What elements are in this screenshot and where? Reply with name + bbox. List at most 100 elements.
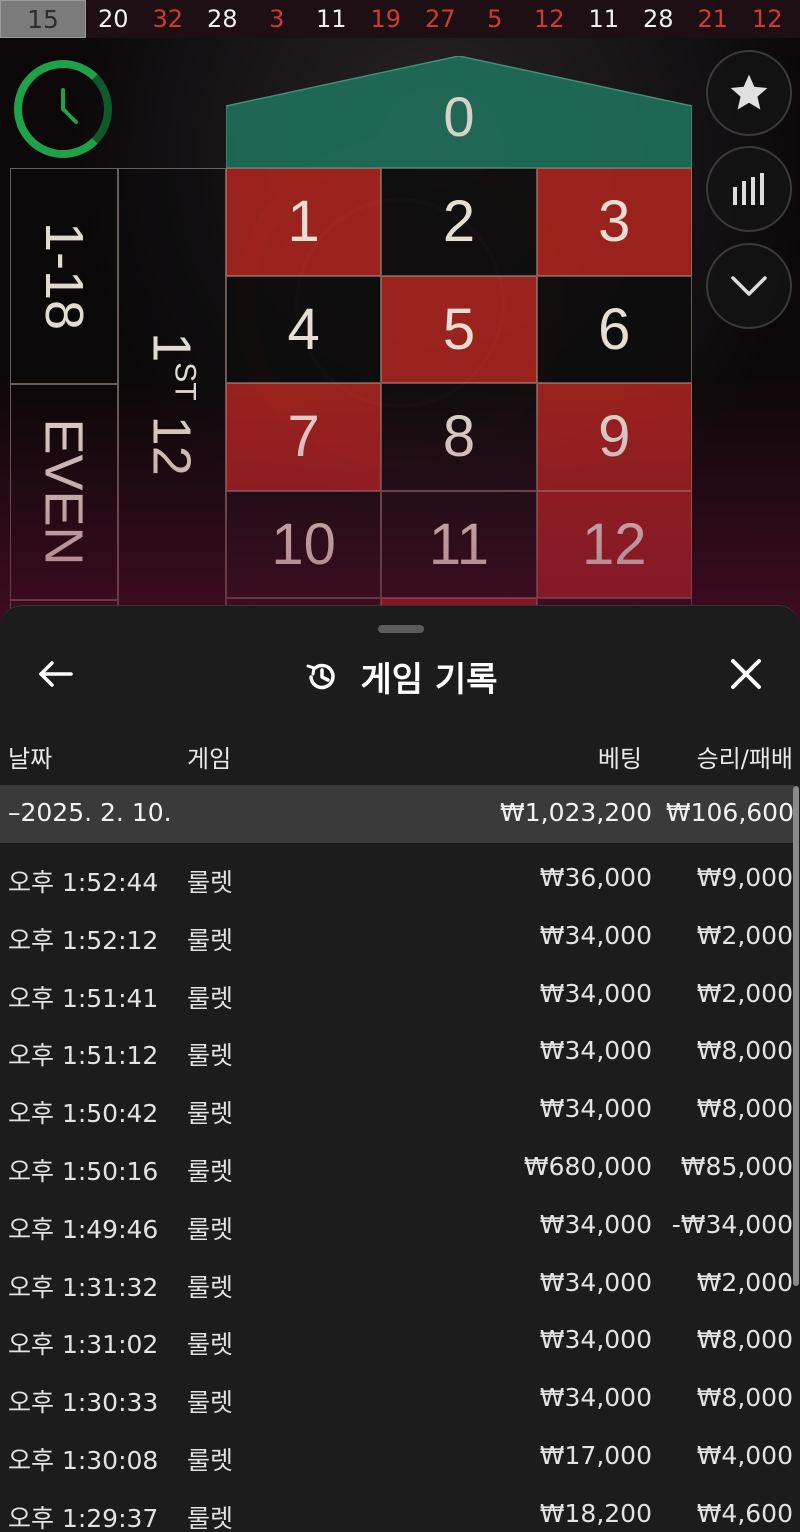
column-header-date: 날짜 [8,745,53,773]
history-result: 27 [424,5,456,33]
date-group-header[interactable]: –2025. 2. 10. ₩1,023,200 ₩106,600 [0,785,794,843]
table-header: 날짜 게임 베팅 승리/패배 [0,731,800,781]
row-game: 룰렛 [187,925,234,955]
row-game: 룰렛 [187,1156,234,1186]
row-game: 룰렛 [187,1272,234,1302]
history-result: 3 [269,5,285,33]
chevron-down-icon [731,276,767,296]
row-result: ₩8,000 [696,1325,793,1355]
row-game: 룰렛 [187,868,234,897]
row-time: 오후 1:51:12 [8,1041,159,1071]
table-row[interactable]: 오후 1:52:12 룰렛 ₩34,000 ₩2,000 [0,905,800,963]
row-time: 오후 1:52:12 [8,925,159,955]
bet-spot-dozen-label: 1ST 12 [142,332,203,476]
history-result-latest: 15 [0,0,86,38]
bet-spot-number[interactable]: 3 [536,168,692,276]
table-row[interactable]: 오후 1:31:02 룰렛 ₩34,000 ₩8,000 [0,1309,800,1367]
history-list: 오후 1:52:44 룰렛 ₩36,000 ₩9,000 오후 1:52:12 룰렛 ₩34… [0,847,800,1532]
row-game: 룰렛 [187,1445,234,1475]
bet-spot-number[interactable]: 9 [536,383,692,491]
history-result: 11 [315,5,347,33]
bet-spot-low-label: 1-18 [34,221,94,331]
table-row[interactable]: 오후 1:29:37 룰렛 ₩18,200 ₩4,600 [0,1483,800,1532]
history-result: 20 [97,5,129,33]
row-bet: ₩680,000 [523,1151,652,1181]
table-row[interactable]: 오후 1:49:46 룰렛 ₩34,000 -₩34,000 [0,1194,800,1252]
table-row[interactable]: 오후 1:51:41 룰렛 ₩34,000 ₩2,000 [0,963,800,1021]
row-bet: ₩34,000 [539,1094,652,1124]
bet-spot-number[interactable]: 6 [536,275,692,383]
row-time: 오후 1:52:44 [8,868,159,897]
bet-spot-number[interactable]: 7 [226,383,382,491]
bet-spot-number[interactable]: 8 [381,383,537,491]
bet-spot-zero[interactable]: 0 [226,56,692,168]
scrollbar[interactable] [793,786,799,1286]
page-title: 게임 기록 [360,660,498,700]
bet-spot-number[interactable]: 4 [226,275,382,383]
row-game: 룰렛 [187,1041,234,1071]
history-icon [306,663,335,689]
bet-spot-number[interactable]: 5 [381,275,537,383]
bar-chart-icon [733,173,764,205]
bet-spot-number[interactable]: 2 [381,168,537,276]
row-result: ₩2,000 [696,920,793,950]
row-bet: ₩17,000 [539,1440,652,1470]
column-header-result: 승리/패배 [696,745,793,773]
table-row[interactable]: 오후 1:51:12 룰렛 ₩34,000 ₩8,000 [0,1020,800,1078]
sheet-drag-handle[interactable] [378,625,424,633]
history-result: 12 [751,5,783,33]
bet-spot-number[interactable]: 11 [381,490,537,598]
date-group-bet-total: ₩1,023,200 [500,798,652,827]
row-result: ₩8,000 [696,1094,793,1124]
row-time: 오후 1:50:16 [8,1156,159,1186]
history-result: 11 [588,5,620,33]
row-result: ₩8,000 [696,1383,793,1413]
row-result: ₩2,000 [696,1267,793,1297]
result-history-strip: 15 20 32 28 3 11 19 27 5 12 11 28 21 12 [0,0,800,38]
bet-spot-number[interactable]: 12 [536,490,692,598]
row-result: ₩85,000 [680,1151,793,1181]
row-time: 오후 1:31:02 [8,1330,159,1360]
table-row[interactable]: 오후 1:50:42 룰렛 ₩34,000 ₩8,000 [0,1078,800,1136]
column-header-game: 게임 [187,745,232,773]
row-game: 룰렛 [187,1503,234,1532]
bet-spot-even[interactable]: EVEN [10,384,118,600]
row-result: ₩2,000 [696,978,793,1008]
row-time: 오후 1:31:32 [8,1272,159,1302]
row-bet: ₩34,000 [539,920,652,950]
bet-spot-even-label: EVEN [34,418,94,566]
bet-spot-number[interactable]: 10 [226,490,382,598]
date-group-label: –2025. 2. 10. [8,798,172,827]
row-bet: ₩34,000 [539,1267,652,1297]
bet-spot-number[interactable]: 1 [226,168,382,276]
bet-spot-low-1-18[interactable]: 1-18 [10,168,118,384]
row-time: 오후 1:49:46 [8,1214,159,1244]
table-row[interactable]: 오후 1:30:08 룰렛 ₩17,000 ₩4,000 [0,1425,800,1483]
row-bet: ₩34,000 [539,1209,652,1239]
table-row[interactable]: 오후 1:31:32 룰렛 ₩34,000 ₩2,000 [0,1252,800,1310]
row-bet: ₩34,000 [539,1325,652,1355]
favorites-button[interactable] [706,50,792,136]
bet-spot-zero-label: 0 [443,85,475,148]
row-bet: ₩34,000 [539,1036,652,1066]
row-time: 오후 1:29:37 [8,1503,159,1532]
close-button[interactable] [720,648,772,700]
statistics-button[interactable] [706,146,792,232]
row-bet: ₩34,000 [539,1383,652,1413]
table-row[interactable]: 오후 1:52:44 룰렛 ₩36,000 ₩9,000 [0,847,800,905]
table-row[interactable]: 오후 1:30:33 룰렛 ₩34,000 ₩8,000 [0,1367,800,1425]
column-header-bet: 베팅 [597,745,642,773]
roulette-game-area: 0 1-18 EVEN 1ST 12 1 2 3 4 5 6 7 8 9 10 11 12 [0,38,800,638]
bet-spot-1st-dozen[interactable]: 1ST 12 [118,168,226,638]
row-time: 오후 1:51:41 [8,983,159,1013]
date-group-result-total: ₩106,600 [665,798,794,827]
row-result: ₩9,000 [696,863,793,892]
collapse-button[interactable] [706,243,792,329]
row-game: 룰렛 [187,1099,234,1129]
history-result: 19 [370,5,402,33]
row-bet: ₩34,000 [539,978,652,1008]
game-history-sheet: 게임 기록 날짜 게임 베팅 승리/패배 –2025. 2. 10. ₩1,02… [0,605,800,1532]
table-row[interactable]: 오후 1:50:16 룰렛 ₩680,000 ₩85,000 [0,1136,800,1194]
row-game: 룰렛 [187,1388,234,1418]
row-bet: ₩36,000 [539,863,652,892]
